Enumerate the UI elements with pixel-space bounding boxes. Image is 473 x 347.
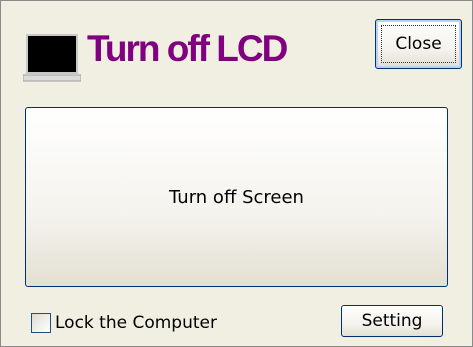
turn-off-screen-label: Turn off Screen	[169, 186, 304, 208]
close-button-label: Close	[395, 34, 442, 54]
close-button[interactable]: Close	[375, 19, 462, 69]
turn-off-screen-button[interactable]: Turn off Screen	[25, 107, 448, 287]
lock-computer-label[interactable]: Lock the Computer	[55, 313, 217, 333]
lock-computer-checkbox[interactable]	[31, 313, 51, 333]
header: Turn off LCD Close	[1, 1, 472, 91]
setting-button[interactable]: Setting	[341, 305, 443, 337]
setting-button-label: Setting	[361, 311, 423, 331]
laptop-lcd-icon	[23, 34, 81, 82]
lock-computer-option[interactable]: Lock the Computer	[31, 310, 217, 336]
app-window: Turn off LCD Close Turn off Screen Lock …	[0, 0, 473, 347]
app-title: Turn off LCD	[87, 28, 288, 69]
